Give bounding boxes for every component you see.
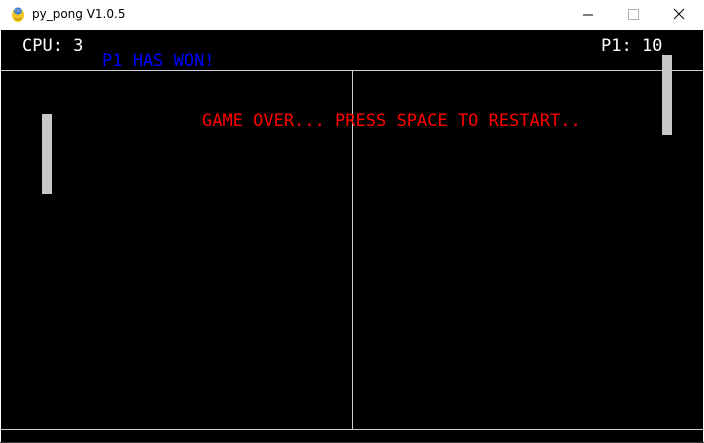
python-snake-icon (10, 6, 26, 23)
title-bar[interactable]: py_pong V1.0.5 (0, 0, 704, 30)
player-paddle (662, 55, 672, 135)
minimize-icon (583, 14, 593, 16)
game-over-message: GAME OVER... PRESS SPACE TO RESTART.. (202, 111, 581, 131)
close-button[interactable] (656, 0, 702, 30)
minimize-button[interactable] (565, 0, 611, 30)
p1-score: P1: 10 (601, 36, 663, 56)
cpu-paddle (42, 114, 52, 194)
court-bottom-strip (1, 430, 703, 442)
game-canvas[interactable]: CPU: 3 P1: 10 P1 HAS WON! GAME OVER... P… (1, 30, 703, 442)
app-window: py_pong V1.0.5 CPU: 3 P1: 10 P1 HAS WON!… (0, 0, 704, 443)
cpu-score: CPU: 3 (22, 36, 84, 56)
maximize-button[interactable] (610, 0, 656, 30)
window-title: py_pong V1.0.5 (32, 7, 126, 21)
close-icon (673, 8, 685, 20)
maximize-icon (628, 9, 639, 20)
winner-message: P1 HAS WON! (102, 51, 215, 71)
